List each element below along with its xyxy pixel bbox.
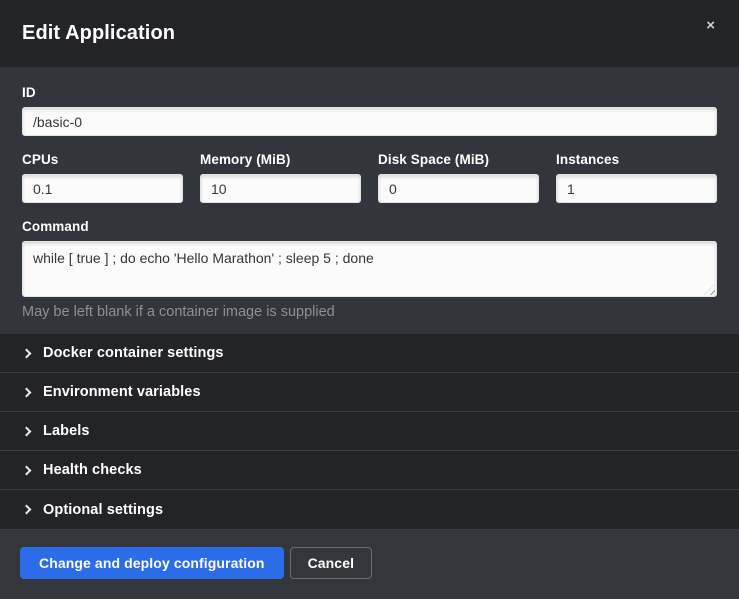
- command-textarea-wrap: while [ true ] ; do echo 'Hello Marathon…: [22, 241, 717, 297]
- change-and-deploy-button[interactable]: Change and deploy configuration: [20, 547, 284, 579]
- command-help-text: May be left blank if a container image i…: [22, 304, 717, 320]
- accordion-environment-variables[interactable]: Environment variables: [0, 373, 739, 412]
- accordion-docker-container-settings[interactable]: Docker container settings: [0, 334, 739, 373]
- accordion-health-checks[interactable]: Health checks: [0, 451, 739, 490]
- cancel-button[interactable]: Cancel: [290, 547, 373, 579]
- accordion-label: Health checks: [43, 462, 142, 478]
- edit-application-modal: Edit Application × ID CPUs Memory (MiB) …: [0, 0, 739, 599]
- chevron-right-icon: [22, 505, 32, 515]
- command-field-group: Command while [ true ] ; do echo 'Hello …: [22, 219, 717, 320]
- command-textarea[interactable]: while [ true ] ; do echo 'Hello Marathon…: [22, 241, 717, 297]
- chevron-right-icon: [22, 387, 32, 397]
- close-icon[interactable]: ×: [702, 14, 719, 37]
- accordion-label: Environment variables: [43, 384, 201, 400]
- instances-input[interactable]: [556, 174, 717, 203]
- cpus-input[interactable]: [22, 174, 183, 203]
- modal-title: Edit Application: [22, 22, 175, 45]
- chevron-right-icon: [22, 426, 32, 436]
- memory-label: Memory (MiB): [200, 152, 361, 167]
- resources-row: CPUs Memory (MiB) Disk Space (MiB) Insta…: [22, 152, 717, 203]
- accordion-label: Docker container settings: [43, 345, 224, 361]
- modal-footer: Change and deploy configuration Cancel: [0, 529, 739, 599]
- id-label: ID: [22, 85, 717, 100]
- memory-input[interactable]: [200, 174, 361, 203]
- settings-accordion: Docker container settings Environment va…: [0, 334, 739, 529]
- cpus-field-group: CPUs: [22, 152, 183, 203]
- cpus-label: CPUs: [22, 152, 183, 167]
- chevron-right-icon: [22, 348, 32, 358]
- accordion-label: Optional settings: [43, 502, 163, 518]
- modal-header: Edit Application ×: [0, 0, 739, 67]
- disk-input[interactable]: [378, 174, 539, 203]
- application-form: ID CPUs Memory (MiB) Disk Space (MiB) In…: [0, 67, 739, 334]
- disk-field-group: Disk Space (MiB): [378, 152, 539, 203]
- id-input[interactable]: [22, 107, 717, 136]
- instances-label: Instances: [556, 152, 717, 167]
- accordion-optional-settings[interactable]: Optional settings: [0, 490, 739, 529]
- command-label: Command: [22, 219, 717, 234]
- accordion-label: Labels: [43, 423, 90, 439]
- instances-field-group: Instances: [556, 152, 717, 203]
- memory-field-group: Memory (MiB): [200, 152, 361, 203]
- disk-label: Disk Space (MiB): [378, 152, 539, 167]
- chevron-right-icon: [22, 465, 32, 475]
- accordion-labels[interactable]: Labels: [0, 412, 739, 451]
- id-field-group: ID: [22, 85, 717, 136]
